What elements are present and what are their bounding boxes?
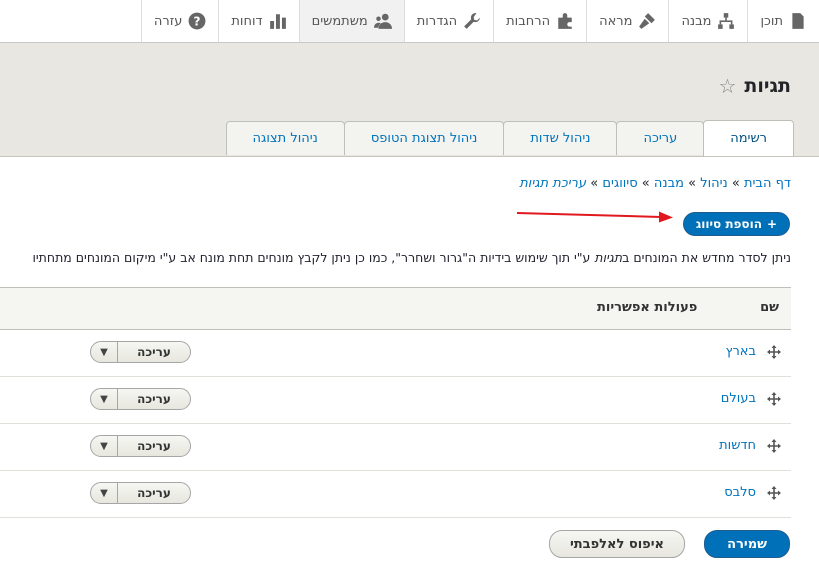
breadcrumb-structure[interactable]: מבנה [654, 176, 684, 191]
admin-toolbar: תוכן מבנה מראה הרחבות הגדרות משתמשים דוח… [0, 0, 819, 43]
drag-handle-icon[interactable] [767, 345, 781, 359]
add-term-label: הוספת סיווג [695, 217, 762, 231]
chart-icon [269, 14, 286, 29]
reset-alphabetical-button[interactable]: איפוס לאלפבתי [548, 530, 685, 558]
table-row: בעולם עריכה ▼ [0, 377, 791, 424]
toolbar-label: מבנה [681, 13, 712, 29]
add-term-button[interactable]: + הוספת סיווג [682, 212, 790, 236]
tab-manage-display[interactable]: ניהול תצוגה [225, 121, 345, 155]
operations-dropbutton: עריכה ▼ [90, 341, 191, 363]
edit-button[interactable]: עריכה [118, 483, 190, 503]
column-header-name: שם [760, 300, 779, 315]
tab-manage-fields[interactable]: ניהול שדות [503, 121, 618, 155]
toolbar-configuration[interactable]: הגדרות [403, 0, 493, 42]
toolbar-reports[interactable]: דוחות [218, 0, 298, 42]
term-link[interactable]: חדשות [719, 438, 756, 453]
toolbar-label: הרחבות [506, 13, 551, 29]
term-link[interactable]: בעולם [721, 391, 756, 406]
edit-button[interactable]: עריכה [118, 342, 190, 362]
page-title: תגיות ☆ [718, 74, 791, 98]
toolbar-label: דוחות [231, 13, 263, 29]
chevron-down-icon[interactable]: ▼ [91, 483, 118, 503]
drag-handle-icon[interactable] [767, 392, 781, 406]
breadcrumb-separator: » [590, 176, 599, 191]
breadcrumb-separator: » [731, 176, 740, 191]
breadcrumb-separator: » [688, 176, 697, 191]
toolbar-appearance[interactable]: מראה [586, 0, 668, 42]
sitemap-icon [718, 13, 735, 29]
terms-table: שם פעולות אפשריות בארץ עריכה ▼ בעולם ערי… [0, 287, 791, 518]
drag-handle-icon[interactable] [767, 439, 781, 453]
toolbar-label: משתמשים [311, 13, 368, 29]
table-row: בארץ עריכה ▼ [0, 330, 791, 377]
tab-manage-form-display[interactable]: ניהול תצוגת הטופס [343, 121, 505, 155]
wrench-icon [464, 13, 481, 29]
drag-handle-icon[interactable] [767, 486, 781, 500]
page-title-text: תגיות [744, 75, 791, 97]
toolbar-label: עזרה [153, 13, 183, 29]
save-button[interactable]: שמירה [704, 530, 790, 558]
chevron-down-icon[interactable]: ▼ [91, 342, 118, 362]
file-icon [792, 13, 804, 29]
help-text-vocab: תגיות [594, 250, 623, 265]
breadcrumb-current[interactable]: עריכת תגיות [519, 176, 586, 191]
toolbar-label: מראה [599, 13, 633, 29]
help-text-part: ניתן לסדר מחדש את המונחים ב [622, 250, 791, 265]
chevron-down-icon[interactable]: ▼ [91, 436, 118, 456]
column-header-operations: פעולות אפשריות [597, 300, 698, 315]
puzzle-icon [558, 13, 572, 29]
operations-dropbutton: עריכה ▼ [90, 388, 191, 410]
toolbar-structure[interactable]: מבנה [668, 0, 747, 42]
toolbar-label: תוכן [760, 13, 783, 29]
operations-dropbutton: עריכה ▼ [90, 482, 191, 504]
primary-tabs: רשימה עריכה ניהול שדות ניהול תצוגת הטופס… [225, 120, 794, 156]
operations-dropbutton: עריכה ▼ [90, 435, 191, 457]
edit-button[interactable]: עריכה [118, 436, 190, 456]
breadcrumb-home[interactable]: דף הבית [744, 176, 791, 191]
paint-icon [639, 13, 656, 29]
help-text-part: ע"י תוך שימוש בידיות ה"גרור ושחרר", כמו … [32, 250, 595, 265]
breadcrumb-separator: » [641, 176, 650, 191]
table-row: סלבס עריכה ▼ [0, 471, 791, 518]
svg-text:?: ? [194, 15, 201, 29]
breadcrumb: דף הבית » ניהול » מבנה » סיווגים » עריכת… [519, 176, 791, 191]
table-header: שם פעולות אפשריות [0, 287, 791, 330]
toolbar-extend[interactable]: הרחבות [493, 0, 586, 42]
help-icon: ? [188, 12, 206, 30]
users-icon [373, 13, 392, 29]
edit-button[interactable]: עריכה [118, 389, 190, 409]
table-row: חדשות עריכה ▼ [0, 424, 791, 471]
plus-icon: + [766, 217, 777, 231]
tab-list[interactable]: רשימה [703, 120, 794, 156]
tab-edit[interactable]: עריכה [616, 121, 705, 155]
term-link[interactable]: סלבס [724, 485, 756, 500]
toolbar-content[interactable]: תוכן [747, 0, 819, 42]
toolbar-label: הגדרות [416, 13, 458, 29]
breadcrumb-admin[interactable]: ניהול [700, 176, 728, 191]
help-text: ניתן לסדר מחדש את המונחים בתגיות ע"י תוך… [32, 250, 791, 265]
breadcrumb-taxonomy[interactable]: סיווגים [602, 176, 637, 191]
toolbar-people[interactable]: משתמשים [298, 0, 404, 42]
star-icon[interactable]: ☆ [718, 74, 736, 98]
toolbar-help[interactable]: ? עזרה [140, 0, 218, 42]
annotation-arrow-icon [516, 211, 673, 223]
chevron-down-icon[interactable]: ▼ [91, 389, 118, 409]
term-link[interactable]: בארץ [725, 344, 756, 359]
